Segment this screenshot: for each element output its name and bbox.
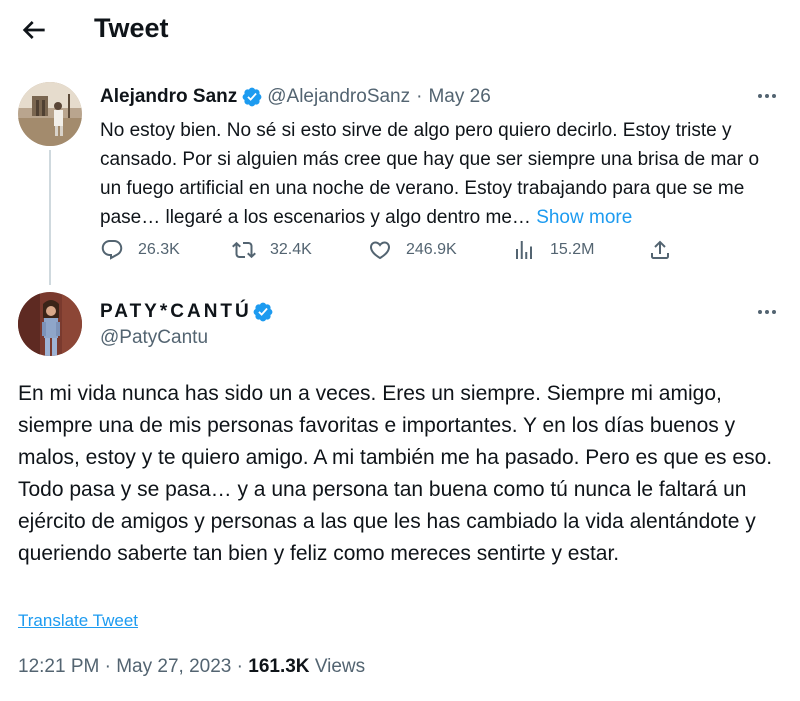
tweet-header: Tweet <box>0 0 800 62</box>
views-count: 15.2M <box>550 241 595 258</box>
separator-dot: · <box>236 656 243 677</box>
heart-icon <box>369 241 391 260</box>
views-button[interactable]: 15.2M <box>512 236 594 264</box>
reply-tweet-text: En mi vida nunca has sido un a veces. Er… <box>18 382 773 565</box>
reply-author-row: PATY*CANTÚ <box>100 298 278 326</box>
reply-count: 26.3K <box>138 241 180 258</box>
separator-dot: · <box>416 86 423 107</box>
avatar-image <box>18 82 82 146</box>
arrow-left-icon <box>22 21 45 39</box>
like-button[interactable]: 246.9K <box>368 236 457 264</box>
share-button[interactable] <box>648 236 672 264</box>
avatar-alejandro-sanz[interactable] <box>18 82 82 146</box>
like-count: 246.9K <box>406 241 457 258</box>
retweet-count: 32.4K <box>270 241 312 258</box>
author-handle[interactable]: @PatyCantu <box>100 327 208 349</box>
avatar-image <box>18 292 82 356</box>
analytics-icon <box>516 241 532 259</box>
author-name[interactable]: Alejandro Sanz <box>100 86 237 108</box>
views-count[interactable]: 161.3K <box>248 656 309 677</box>
original-tweet-body: No estoy bien. No sé si esto sirve de al… <box>100 120 760 228</box>
avatar-paty-cantu[interactable] <box>18 292 82 356</box>
original-tweet-header: Alejandro Sanz @AlejandroSanz · May 26 <box>100 84 491 110</box>
tweet-time[interactable]: 12:21 PM <box>18 656 99 677</box>
share-icon <box>651 240 669 259</box>
translate-tweet-link[interactable]: Translate Tweet <box>18 611 138 631</box>
retweet-icon <box>232 241 256 259</box>
reply-button[interactable]: 26.3K <box>100 236 180 264</box>
tweet-metadata: 12:21 PM · May 27, 2023 · 161.3K Views <box>18 656 365 678</box>
thread-connector-line <box>49 150 51 285</box>
more-options-button[interactable] <box>752 302 782 322</box>
original-tweet-text: No estoy bien. No sé si esto sirve de al… <box>100 116 780 232</box>
verified-badge-icon <box>242 87 262 107</box>
more-options-button[interactable] <box>752 86 782 106</box>
tweet-date[interactable]: May 26 <box>428 86 490 108</box>
more-horizontal-icon <box>758 310 776 314</box>
page-title: Tweet <box>94 13 169 43</box>
back-button[interactable] <box>18 14 50 46</box>
author-name[interactable]: PATY*CANTÚ <box>100 301 252 323</box>
reply-icon <box>101 240 123 260</box>
tweet-action-bar: 26.3K 32.4K 246.9K 15.2M <box>100 236 680 264</box>
more-horizontal-icon <box>758 94 776 98</box>
verified-badge-icon <box>253 302 273 322</box>
author-handle[interactable]: @AlejandroSanz <box>267 86 410 108</box>
show-more-link[interactable]: Show more <box>536 207 632 228</box>
retweet-button[interactable]: 32.4K <box>232 236 312 264</box>
views-label: Views <box>314 656 366 677</box>
separator-dot: · <box>104 656 111 677</box>
tweet-full-date[interactable]: May 27, 2023 <box>116 656 231 677</box>
